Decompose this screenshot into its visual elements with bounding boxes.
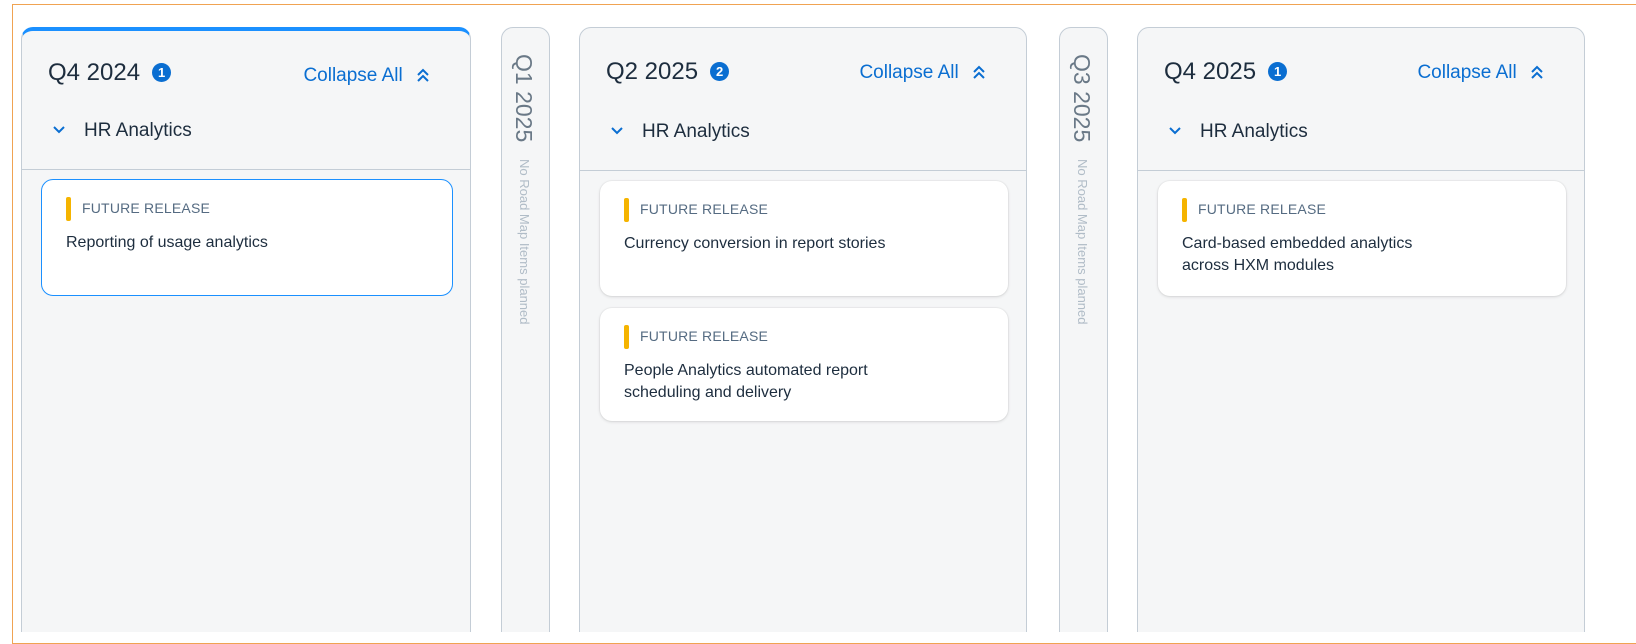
- group-toggle-hr-analytics[interactable]: HR Analytics: [610, 120, 750, 143]
- collapse-all-button[interactable]: Collapse All: [1417, 62, 1544, 86]
- double-chevron-up-icon: [416, 67, 430, 89]
- quarter-title: Q4 2025 1: [1164, 58, 1288, 86]
- release-marker: [1182, 198, 1187, 222]
- collapse-all-button[interactable]: Collapse All: [859, 62, 986, 86]
- quarter-column-q3-2025[interactable]: Q3 2025 No Road Map Items planned: [1059, 27, 1108, 632]
- roadmap-card[interactable]: FUTURE RELEASE Currency conversion in re…: [600, 181, 1008, 296]
- collapse-all-label: Collapse All: [303, 65, 403, 86]
- release-marker: [66, 197, 71, 221]
- chevron-down-icon: [610, 120, 630, 142]
- empty-text: No Road Map Items planned: [517, 158, 532, 325]
- quarter-column-q4-2024: Q4 2024 1 Collapse All HR Analytics FUTUR…: [21, 27, 471, 632]
- group-label: HR Analytics: [84, 120, 192, 141]
- quarter-title: Q2 2025 2: [606, 58, 730, 86]
- quarter-column-q4-2025: Q4 2025 1 Collapse All HR Analytics FUTUR…: [1137, 27, 1585, 632]
- item-count-badge: 1: [152, 63, 172, 82]
- collapse-all-button[interactable]: Collapse All: [303, 65, 430, 89]
- double-chevron-up-icon: [972, 64, 986, 86]
- empty-text: No Road Map Items planned: [1075, 158, 1090, 325]
- item-count-badge: 1: [1268, 62, 1288, 81]
- quarter-label: Q2 2025: [606, 58, 699, 85]
- roadmap-card[interactable]: FUTURE RELEASE Card-based embedded analy…: [1158, 181, 1566, 296]
- chevron-down-icon: [52, 119, 72, 141]
- collapsed-quarter-label: Q1 2025 No Road Map Items planned: [510, 54, 537, 324]
- roadmap-card[interactable]: FUTURE RELEASE People Analytics automate…: [600, 308, 1008, 421]
- quarter-column-q2-2025: Q2 2025 2 Collapse All HR Analytics FUTUR…: [579, 27, 1027, 632]
- chevron-down-icon: [1168, 120, 1188, 142]
- release-marker: [624, 325, 629, 349]
- group-label: HR Analytics: [642, 121, 750, 142]
- card-title: People Analytics automated report schedu…: [624, 362, 868, 401]
- collapsed-quarter-label: Q3 2025 No Road Map Items planned: [1068, 54, 1095, 324]
- column-header: Q2 2025 2 Collapse All HR Analytics: [580, 28, 1026, 171]
- roadmap-card[interactable]: FUTURE RELEASE Reporting of usage analyt…: [41, 179, 453, 296]
- double-chevron-up-icon: [1530, 64, 1544, 86]
- column-header: Q4 2024 1 Collapse All HR Analytics: [22, 31, 470, 170]
- collapse-all-label: Collapse All: [859, 62, 959, 83]
- quarter-column-q1-2025[interactable]: Q1 2025 No Road Map Items planned: [501, 27, 550, 632]
- quarter-title: Q4 2024 1: [48, 59, 172, 87]
- card-title: Reporting of usage analytics: [66, 234, 268, 251]
- group-toggle-hr-analytics[interactable]: HR Analytics: [52, 119, 192, 142]
- release-tag: FUTURE RELEASE: [640, 201, 769, 217]
- release-marker: [624, 198, 629, 222]
- quarter-label: Q1 2025: [511, 54, 537, 143]
- group-toggle-hr-analytics[interactable]: HR Analytics: [1168, 120, 1308, 143]
- quarter-label: Q4 2024: [48, 59, 141, 86]
- release-tag: FUTURE RELEASE: [82, 200, 211, 216]
- item-count-badge: 2: [710, 62, 730, 81]
- release-tag: FUTURE RELEASE: [1198, 201, 1327, 217]
- collapse-all-label: Collapse All: [1417, 62, 1517, 83]
- group-label: HR Analytics: [1200, 121, 1308, 142]
- quarter-label: Q3 2025: [1069, 54, 1095, 143]
- card-title: Card-based embedded analytics across HXM…: [1182, 235, 1413, 274]
- column-header: Q4 2025 1 Collapse All HR Analytics: [1138, 28, 1584, 171]
- quarter-label: Q4 2025: [1164, 58, 1257, 85]
- card-title: Currency conversion in report stories: [624, 235, 886, 252]
- release-tag: FUTURE RELEASE: [640, 328, 769, 344]
- roadmap-board: Q4 2024 1 Collapse All HR Analytics FUTUR…: [0, 0, 1636, 632]
